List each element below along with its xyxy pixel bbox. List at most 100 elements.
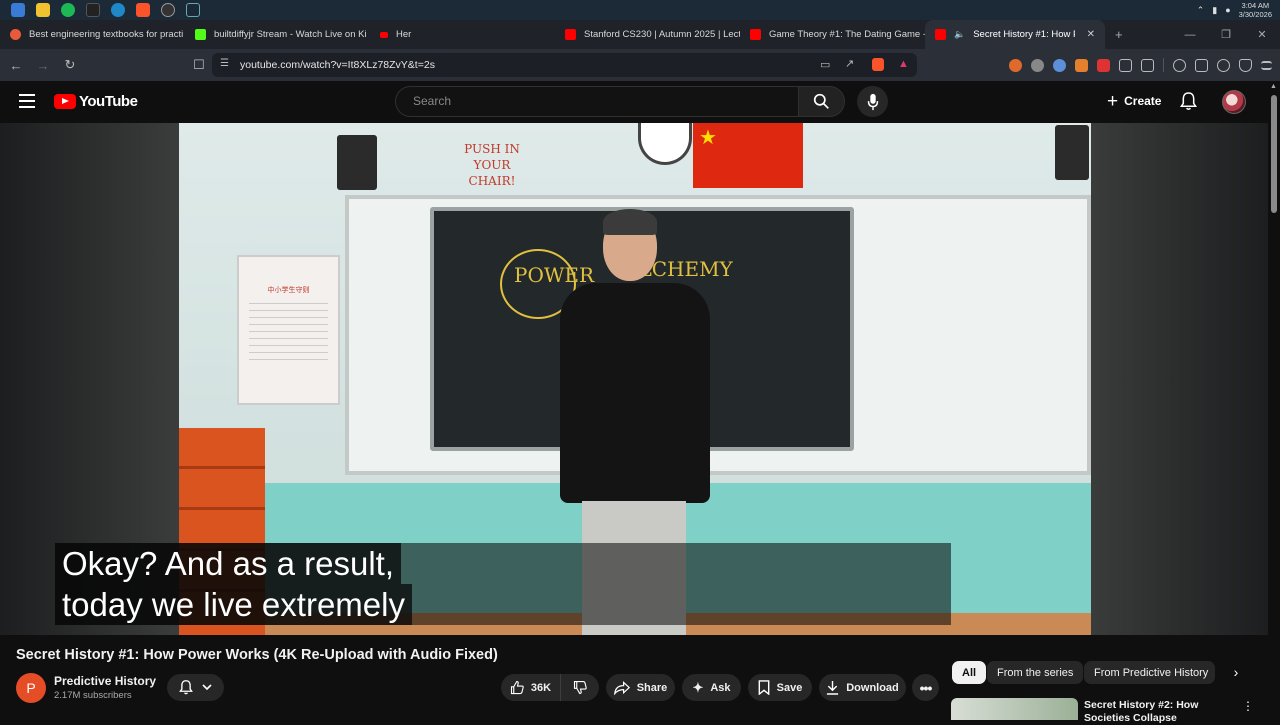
- more-vertical-icon[interactable]: ⋮: [1242, 699, 1254, 713]
- brave-rewards-icon[interactable]: ▲: [898, 58, 909, 70]
- window-controls: — ❐ ✕: [1172, 20, 1280, 49]
- restore-window-icon[interactable]: ❐: [1208, 28, 1244, 41]
- extension-icon[interactable]: [1097, 58, 1110, 72]
- extension-icon[interactable]: [1031, 58, 1044, 72]
- channel-avatar-initial: P: [26, 680, 36, 696]
- site-info-icon[interactable]: ☰: [220, 58, 229, 69]
- video-player[interactable]: PUSH IN YOUR CHAIR! ★ 中小学生守则 POWER ALCHE…: [0, 123, 1268, 635]
- more-horizontal-icon: •••: [919, 679, 933, 696]
- recommendation-thumbnail[interactable]: [951, 698, 1078, 720]
- browser-toolbar: ← → ↻ ☐ ☰ youtube.com/watch?v=It8XLz78Zv…: [0, 49, 1280, 81]
- like-count: 36K: [530, 681, 552, 694]
- download-button[interactable]: Download: [819, 674, 906, 701]
- subscribed-notifications-button[interactable]: [167, 674, 224, 701]
- create-button[interactable]: + Create: [1099, 87, 1169, 115]
- channel-name[interactable]: Predictive History: [54, 674, 156, 688]
- download-label: Download: [846, 681, 899, 694]
- recommendation-title[interactable]: Secret History #2: How Societies Collaps…: [1084, 699, 1219, 725]
- file-explorer-icon[interactable]: [36, 3, 50, 17]
- bell-icon: [179, 680, 193, 695]
- browser-tab[interactable]: Stanford CS230 | Autumn 2025 | Lectu: [555, 20, 740, 49]
- extensions-puzzle-icon[interactable]: [1119, 58, 1132, 72]
- close-tab-icon[interactable]: ✕: [1087, 29, 1095, 40]
- brave-browser-icon[interactable]: [136, 3, 150, 17]
- ask-button[interactable]: ✦ Ask: [682, 674, 741, 701]
- video-letterbox-right: [1091, 123, 1268, 635]
- minimize-window-icon[interactable]: —: [1172, 29, 1208, 41]
- cast-icon[interactable]: ▭: [820, 58, 830, 71]
- tray-battery-icon[interactable]: ▮: [1212, 5, 1217, 16]
- browser-tab[interactable]: Her: [370, 20, 555, 49]
- terminal-icon[interactable]: [86, 3, 100, 17]
- chip-from-channel[interactable]: From Predictive History: [1084, 661, 1215, 684]
- like-button[interactable]: 36K: [501, 674, 561, 701]
- scene-sign: PUSH IN YOUR CHAIR!: [464, 142, 520, 188]
- address-bar[interactable]: ☰ youtube.com/watch?v=It8XLz78ZvY&t=2s ▭…: [212, 53, 917, 77]
- extension-icon[interactable]: [1053, 58, 1066, 72]
- spotify-icon[interactable]: [61, 3, 75, 17]
- subscriber-count: 2.17M subscribers: [54, 690, 132, 701]
- tab-label: Her: [396, 29, 412, 40]
- windows-start-icon[interactable]: [11, 3, 25, 17]
- browser-tab[interactable]: builtdiffyjr Stream - Watch Live on Ki: [185, 20, 370, 49]
- save-button[interactable]: Save: [748, 674, 812, 701]
- extension-icon[interactable]: [1075, 58, 1088, 72]
- os-clock[interactable]: 3:04 AM 3/30/2026: [1239, 1, 1272, 19]
- extension-icon[interactable]: [1009, 58, 1022, 72]
- scene-speaker-right: [1055, 125, 1089, 180]
- tray-chevron-icon[interactable]: ⌃: [1197, 5, 1205, 16]
- notifications-bell-icon[interactable]: [1180, 92, 1197, 116]
- tab-favicon-icon: [935, 29, 946, 40]
- os-date: 3/30/2026: [1238, 10, 1272, 19]
- browser-tab[interactable]: Best engineering textbooks for practi: [0, 20, 185, 49]
- extension-icon[interactable]: [1141, 58, 1154, 72]
- channel-avatar[interactable]: P: [16, 673, 46, 703]
- reload-icon[interactable]: ↻: [59, 57, 81, 73]
- thumbs-up-icon: [510, 680, 524, 695]
- caption-line-2: today we live extremely: [55, 584, 412, 625]
- bookmark-icon[interactable]: ☐: [188, 57, 210, 73]
- chevron-right-icon[interactable]: ›: [1227, 663, 1245, 681]
- leo-ai-icon[interactable]: [1217, 58, 1230, 72]
- poster-heading: 中小学生守则: [267, 287, 310, 294]
- chip-from-series[interactable]: From the series: [987, 661, 1084, 684]
- save-label: Save: [776, 681, 803, 694]
- chip-all[interactable]: All: [952, 661, 987, 684]
- browser-menu-icon[interactable]: [1261, 60, 1272, 70]
- wallet-icon[interactable]: [1195, 58, 1208, 72]
- thumbs-down-icon: [573, 680, 587, 695]
- guide-menu-icon[interactable]: [19, 94, 35, 108]
- search-input[interactable]: [413, 94, 773, 108]
- edge-browser-icon[interactable]: [111, 3, 125, 17]
- brave-shields-icon[interactable]: [872, 58, 884, 71]
- browser-tab-active[interactable]: 🔈 Secret History #1: How Power ✕: [925, 20, 1105, 49]
- forward-arrow-icon[interactable]: →: [32, 58, 54, 73]
- scrollbar-thumb[interactable]: [1271, 95, 1277, 213]
- close-window-icon[interactable]: ✕: [1244, 28, 1280, 41]
- more-actions-button[interactable]: •••: [912, 674, 939, 701]
- share-page-icon[interactable]: ↗: [845, 57, 854, 70]
- video-title: Secret History #1: How Power Works (4K R…: [16, 647, 498, 663]
- youtube-logo[interactable]: YouTube: [54, 93, 138, 110]
- steam-icon[interactable]: [186, 3, 200, 17]
- back-arrow-icon[interactable]: ←: [5, 58, 27, 73]
- new-tab-button[interactable]: +: [1105, 20, 1135, 49]
- browser-tab[interactable]: Game Theory #1: The Dating Game -: [740, 20, 925, 49]
- vpn-shield-icon[interactable]: [1239, 58, 1252, 72]
- os-taskbar: ⌃ ▮ ● 3:04 AM 3/30/2026: [0, 0, 1280, 20]
- search-box[interactable]: [395, 86, 799, 117]
- obs-icon[interactable]: [161, 3, 175, 17]
- page-scrollbar[interactable]: ▲: [1268, 81, 1280, 720]
- plus-icon: +: [1107, 90, 1119, 112]
- audio-playing-icon[interactable]: 🔈: [954, 29, 965, 40]
- scroll-up-icon[interactable]: ▲: [1270, 83, 1277, 90]
- tray-network-icon[interactable]: ●: [1225, 5, 1230, 15]
- share-button[interactable]: Share: [606, 674, 675, 701]
- voice-search-button[interactable]: [857, 86, 888, 117]
- account-avatar[interactable]: [1222, 90, 1246, 114]
- tab-favicon-icon: [380, 31, 388, 38]
- dislike-button[interactable]: [561, 674, 599, 701]
- media-controls-icon[interactable]: [1173, 58, 1186, 72]
- tab-label: Stanford CS230 | Autumn 2025 | Lectu: [584, 29, 740, 40]
- search-button[interactable]: [798, 86, 845, 117]
